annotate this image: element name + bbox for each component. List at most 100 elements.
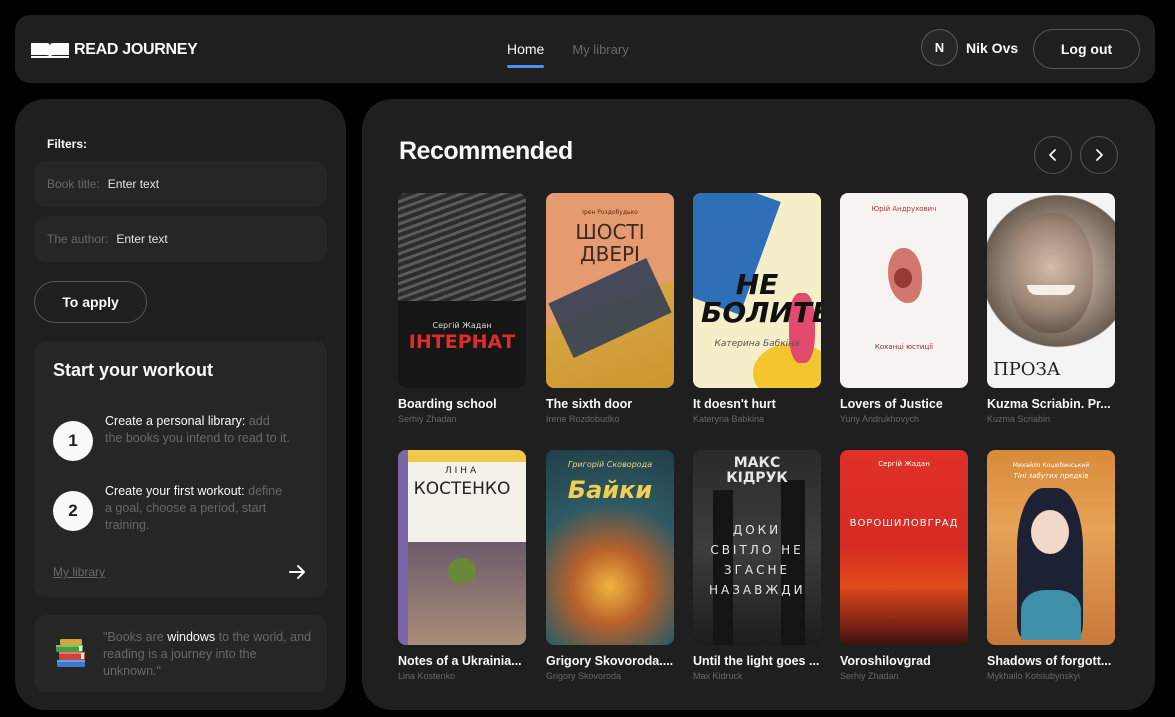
step-number: 1	[53, 421, 93, 461]
step-title: Create a personal library:	[105, 414, 246, 428]
filters-heading: Filters:	[47, 137, 88, 151]
author-field[interactable]: The author: Enter text	[34, 216, 327, 262]
apply-button[interactable]: To apply	[34, 281, 147, 323]
book-author: Max Kidruck	[693, 671, 743, 681]
cover-title: ВОРОШИЛОВГРАД	[849, 518, 959, 529]
book-title-field[interactable]: Book title: Enter text	[34, 161, 327, 207]
book-cover[interactable]: ЛІНА КОСТЕНКО	[398, 450, 526, 645]
book-author: Mykhailo Kotsiubynskyi	[987, 671, 1081, 681]
cover-author: ЛІНА	[444, 466, 480, 476]
workout-card: Start your workout 1 Create a personal l…	[34, 341, 327, 597]
book-author: Serhiy Zhadan	[398, 414, 457, 424]
sidebar: Filters: Book title: Enter text The auth…	[15, 99, 346, 710]
book-title: Shadows of forgott...	[987, 654, 1112, 668]
logo-text: READ JOURNEY	[74, 41, 198, 58]
book-cover[interactable]: ПРОЗА	[987, 193, 1115, 388]
nav-my-library[interactable]: My library	[572, 41, 628, 57]
cover-author: МАКС КІДРУК	[726, 455, 788, 486]
book-title: Until the light goes ...	[693, 654, 820, 668]
logo[interactable]: READ JOURNEY	[30, 41, 198, 59]
cover-title: Коханці юстиції	[874, 343, 934, 351]
book-card[interactable]: Григорій Сковорода Байки Grigory Skovoro…	[546, 450, 674, 681]
quote-text: "Books are windows to the world, and rea…	[103, 629, 313, 680]
user-name: Nik Ovs	[966, 39, 1019, 56]
cover-title: ПРОЗА	[993, 359, 1061, 380]
book-author: Grigory Skovoroda	[546, 671, 622, 681]
book-title: Lovers of Justice	[840, 397, 943, 411]
cover-author: Сергій Жадан	[878, 460, 930, 468]
my-library-link[interactable]: My library	[53, 565, 105, 579]
next-page-button[interactable]	[1080, 136, 1118, 174]
cover-title: Тіні забутих предків	[1013, 472, 1089, 480]
book-card[interactable]: Михайло Коцюбинський Тіні забутих предкі…	[987, 450, 1115, 681]
workout-step: 2 Create your first workout: define a go…	[53, 483, 290, 534]
step-number: 2	[53, 491, 93, 531]
book-cover[interactable]: Григорій Сковорода Байки	[546, 450, 674, 645]
book-cover[interactable]: Юрій Андрухович Коханці юстиції	[840, 193, 968, 388]
quote-before: "Books are	[103, 630, 168, 644]
cover-title: КОСТЕНКО	[413, 479, 511, 499]
logout-button[interactable]: Log out	[1033, 29, 1140, 69]
cover-title: ШОСТІ ДВЕРІ	[575, 220, 645, 266]
cover-author: Сергій Жадан	[432, 321, 492, 330]
book-card[interactable]: Сергій Жадан ВОРОШИЛОВГРАД Voroshilovgra…	[840, 450, 968, 681]
recommended-title: Recommended	[399, 137, 573, 165]
book-card[interactable]: ЛІНА КОСТЕНКО Notes of a Ukrainia... Lin…	[398, 450, 526, 681]
cover-title: НЕ БОЛИТЬ	[701, 268, 821, 329]
prev-page-button[interactable]	[1034, 136, 1072, 174]
book-cover[interactable]: НЕ БОЛИТЬ Катерина Бабкіна	[693, 193, 821, 388]
book-title: Notes of a Ukrainia...	[398, 654, 522, 668]
chevron-right-icon	[1096, 149, 1103, 161]
avatar[interactable]: N	[921, 29, 958, 66]
book-title: Grigory Skovoroda....	[546, 654, 674, 668]
book-title: The sixth door	[546, 397, 633, 411]
step-text: Create your first workout: define a goal…	[105, 483, 290, 534]
arrow-right-icon[interactable]	[287, 562, 307, 582]
nav-home[interactable]: Home	[507, 41, 545, 68]
book-author: Yuriy Andrukhovych	[840, 414, 920, 424]
book-card[interactable]: Юрій Андрухович Коханці юстиції Lovers o…	[840, 193, 968, 424]
quote-card: "Books are windows to the world, and rea…	[34, 615, 327, 692]
book-title: It doesn't hurt	[693, 397, 776, 411]
book-author: Kuzma Scriabin	[987, 414, 1051, 424]
cover-author: Юрій Андрухович	[871, 205, 937, 213]
step-title: Create your first workout:	[105, 484, 245, 498]
book-title-input[interactable]: Enter text	[108, 177, 159, 191]
book-card[interactable]: ПРОЗА Kuzma Scriabin. Pr... Kuzma Scriab…	[987, 193, 1115, 424]
books-stack-icon	[56, 639, 85, 667]
book-title-label: Book title:	[47, 177, 100, 191]
book-title: Voroshilovgrad	[840, 654, 931, 668]
main-nav: Home My library	[507, 41, 629, 68]
book-logo-icon	[31, 42, 69, 58]
step-text: Create a personal library: add the books…	[105, 413, 290, 461]
book-card[interactable]: НЕ БОЛИТЬ Катерина Бабкіна It doesn't hu…	[693, 193, 821, 424]
cover-author: Катерина Бабкіна	[714, 339, 800, 349]
cover-title: ДОКИ СВІТЛО НЕ ЗГАСНЕ НАЗАВЖДИ	[709, 523, 806, 597]
chevron-left-icon	[1049, 149, 1056, 161]
book-card[interactable]: Сергій Жадан ІНТЕРНАТ Boarding school Se…	[398, 193, 526, 424]
book-cover[interactable]: Ірен Роздобудько ШОСТІ ДВЕРІ	[546, 193, 674, 388]
book-card[interactable]: МАКС КІДРУК ДОКИ СВІТЛО НЕ ЗГАСНЕ НАЗАВЖ…	[693, 450, 821, 681]
book-cover[interactable]: Сергій Жадан ІНТЕРНАТ	[398, 193, 526, 388]
book-author: Serhiy Zhadan	[840, 671, 899, 681]
book-cover[interactable]: Михайло Коцюбинський Тіні забутих предкі…	[987, 450, 1115, 645]
book-author: Kateryna Babkina	[693, 414, 765, 424]
author-input[interactable]: Enter text	[116, 232, 167, 246]
book-author: Irene Rozdobudko	[546, 414, 620, 424]
book-cover[interactable]: Сергій Жадан ВОРОШИЛОВГРАД	[840, 450, 968, 645]
user-bar: N Nik Ovs	[921, 29, 1018, 66]
book-card[interactable]: Ірен Роздобудько ШОСТІ ДВЕРІ The sixth d…	[546, 193, 674, 424]
book-title: Boarding school	[398, 397, 497, 411]
header: READ JOURNEY Home My library N Nik Ovs L…	[15, 15, 1155, 83]
cover-author: Григорій Сковорода	[567, 460, 653, 469]
workout-step: 1 Create a personal library: add the boo…	[53, 413, 290, 461]
book-cover[interactable]: МАКС КІДРУК ДОКИ СВІТЛО НЕ ЗГАСНЕ НАЗАВЖ…	[693, 450, 821, 645]
workout-title: Start your workout	[53, 360, 214, 380]
book-title: Kuzma Scriabin. Pr...	[987, 397, 1111, 411]
cover-title: ІНТЕРНАТ	[408, 331, 516, 353]
recommended-panel: Recommended Сергій Жадан ІНТЕРНАТ Boardi…	[362, 99, 1155, 710]
cover-title: Байки	[567, 476, 653, 504]
author-label: The author:	[47, 232, 109, 246]
book-author: Lina Kostenko	[398, 671, 456, 681]
quote-highlight: windows	[167, 630, 216, 644]
